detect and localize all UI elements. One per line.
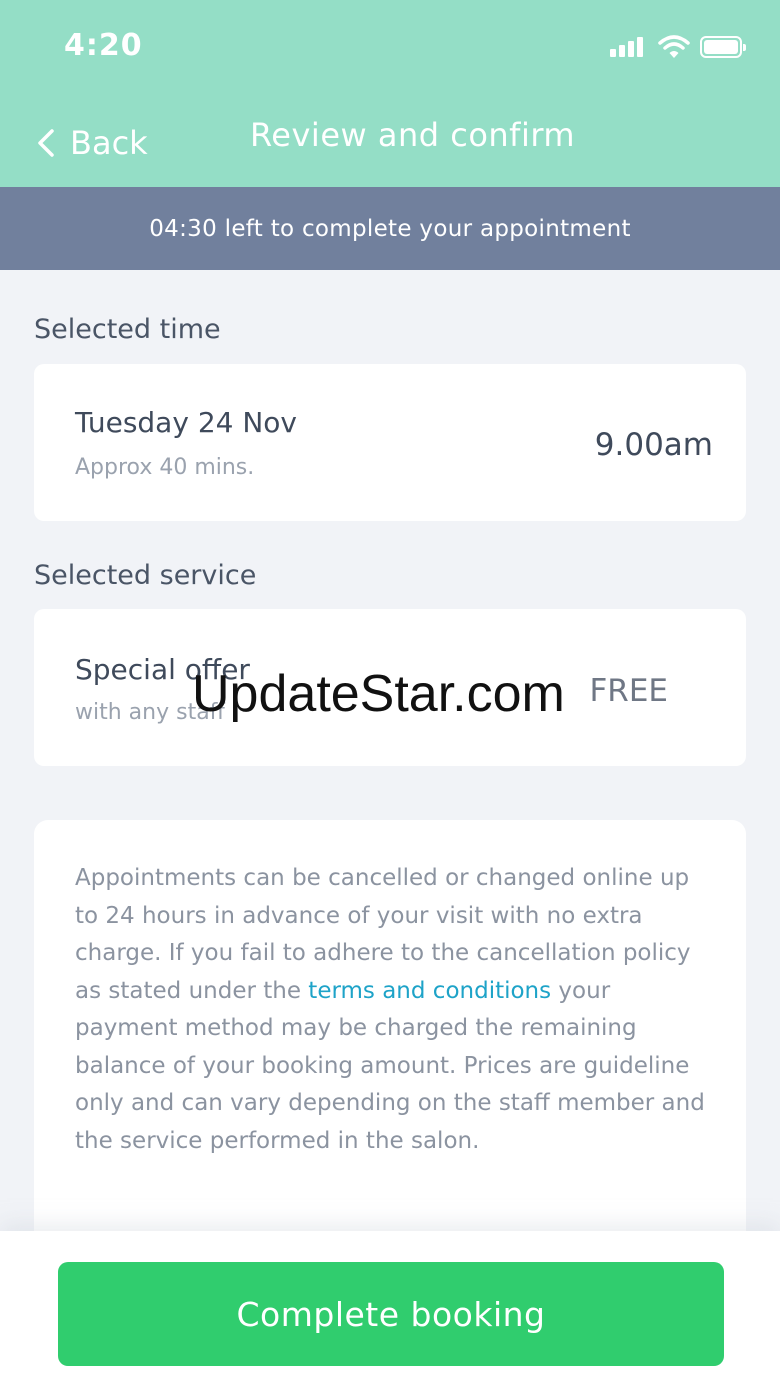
selected-time-heading: Selected time	[34, 314, 221, 345]
cancellation-policy-text: Appointments can be cancelled or changed…	[75, 860, 715, 1160]
page-title: Review and confirm	[250, 116, 576, 154]
complete-booking-button[interactable]: Complete booking	[58, 1262, 724, 1366]
appointment-date: Tuesday 24 Nov	[75, 406, 297, 439]
service-staff: with any staff	[75, 700, 225, 725]
terms-and-conditions-link[interactable]: terms and conditions	[308, 978, 551, 1004]
back-button[interactable]: Back	[34, 118, 148, 168]
cancellation-policy-card: Appointments can be cancelled or changed…	[34, 820, 746, 1250]
service-price: FREE	[589, 673, 668, 709]
service-name: Special offer	[75, 653, 250, 686]
chevron-left-icon	[38, 129, 54, 157]
wifi-icon	[658, 35, 690, 58]
bottom-action-bar: Complete booking	[0, 1231, 780, 1387]
countdown-text: 04:30 left to complete your appointment	[149, 215, 631, 242]
countdown-banner: 04:30 left to complete your appointment	[0, 187, 780, 270]
selected-time-card[interactable]: Tuesday 24 Nov Approx 40 mins. 9.00am	[34, 364, 746, 521]
status-time: 4:20	[64, 28, 143, 63]
selected-service-card[interactable]: Special offer with any staff FREE	[34, 609, 746, 766]
header: 4:20 Back Review and confirm	[0, 0, 780, 187]
status-icons	[610, 34, 750, 60]
appointment-time: 9.00am	[594, 427, 713, 463]
appointment-duration: Approx 40 mins.	[75, 455, 255, 480]
battery-icon	[700, 36, 746, 58]
cellular-signal-icon	[610, 34, 650, 60]
selected-service-heading: Selected service	[34, 560, 257, 591]
back-label: Back	[70, 124, 148, 162]
